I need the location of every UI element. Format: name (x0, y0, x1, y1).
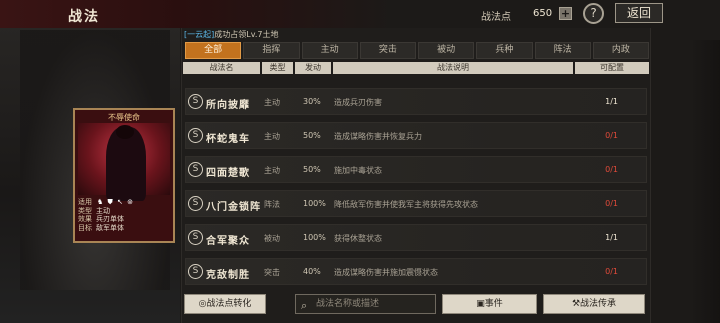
search-icon: ⌕ (301, 299, 308, 312)
tactic-capacity: 0/1 (605, 267, 618, 276)
notice-highlight: [一云起] (184, 30, 215, 39)
notice-text: [一云起]成功占领Lv.7土地 (184, 29, 278, 40)
tactic-type: 被动 (264, 234, 280, 243)
table-row[interactable]: S 四面楚歌 主动 50% 施加中毒状态 0/1 (185, 156, 647, 183)
card-label: 效果 (78, 215, 92, 223)
column-rate[interactable]: 发动 (295, 62, 331, 74)
tactic-name: 所向披靡 (206, 100, 250, 111)
rank-s-icon: S (188, 128, 203, 143)
card-line: 效果 兵刃单体 (78, 215, 172, 224)
tab-formation[interactable]: 阵法 (534, 42, 591, 59)
tactic-description: 获得休整状态 (334, 234, 382, 243)
tab-command[interactable]: 指挥 (243, 42, 300, 59)
tactic-capacity: 0/1 (605, 199, 618, 208)
tactic-type: 突击 (264, 268, 280, 277)
card-value: 主动 (96, 206, 110, 215)
convert-points-button[interactable]: ◎战法点转化 (184, 294, 266, 314)
tactic-description: 造成谋略伤害并恢复兵力 (334, 132, 422, 141)
warrior-head (116, 125, 134, 139)
top-bar: 战法 战法点 650 + ? 返回 (0, 0, 720, 28)
convert-label: 战法点转化 (206, 299, 252, 309)
rank-s-icon: S (188, 162, 203, 177)
tactic-name: 杯蛇鬼车 (206, 134, 250, 145)
tactic-description: 施加中毒状态 (334, 166, 382, 175)
tactic-points-label: 战法点 (481, 12, 511, 23)
tactic-rate: 40% (303, 267, 321, 276)
tactic-capacity: 1/1 (605, 97, 618, 106)
search-placeholder: 战法名称或描述 (316, 299, 380, 309)
tactic-points-value: 650 (533, 8, 553, 19)
card-line: 目标 敌军单体 (78, 224, 172, 233)
tactic-rate: 30% (303, 97, 321, 106)
event-icon: ▣ (476, 299, 485, 309)
tactic-name: 合军聚众 (206, 236, 250, 247)
card-label: 适用 (78, 198, 92, 206)
card-illustration (78, 123, 170, 201)
tab-passive[interactable]: 被动 (418, 42, 475, 59)
card-title: 不辱使命 (108, 113, 140, 122)
table-row[interactable]: S 克敌制胜 突击 40% 造成谋略伤害并施加震慑状态 0/1 (185, 258, 647, 285)
tab-active[interactable]: 主动 (301, 42, 358, 59)
tactic-rate: 50% (303, 165, 321, 174)
tactic-capacity: 1/1 (605, 233, 618, 242)
card-line: 类型 主动 (78, 207, 172, 216)
tactic-rate: 100% (303, 199, 326, 208)
inherit-button[interactable]: ⚒战法传承 (543, 294, 645, 314)
tactic-capacity: 0/1 (605, 131, 618, 140)
column-headers: 战法名 类型 发动 战法说明 可配置 (183, 62, 649, 74)
tactic-list: S 所向披靡 主动 30% 造成兵刃伤害 1/1 S 杯蛇鬼车 主动 50% 造… (185, 88, 647, 292)
tactic-capacity: 0/1 (605, 165, 618, 174)
rank-s-icon: S (188, 230, 203, 245)
column-description: 战法说明 (333, 62, 573, 74)
tactic-description: 造成兵刃伤害 (334, 98, 382, 107)
page-title: 战法 (68, 9, 100, 25)
hammer-icon: ⚒ (571, 299, 581, 309)
table-row[interactable]: S 所向披靡 主动 30% 造成兵刃伤害 1/1 (185, 88, 647, 115)
background-right (690, 40, 720, 323)
table-row[interactable]: S 杯蛇鬼车 主动 50% 造成谋略伤害并恢复兵力 0/1 (185, 122, 647, 149)
tactic-type: 主动 (264, 166, 280, 175)
card-info: 适用 类型 主动 效果 兵刃单体 目标 敌军单体 (78, 198, 172, 232)
column-name[interactable]: 战法名 (183, 62, 260, 74)
tactic-name: 四面楚歌 (206, 168, 250, 179)
card-label: 类型 (78, 206, 92, 215)
table-row[interactable]: S 合军聚众 被动 100% 获得休整状态 1/1 (185, 224, 647, 251)
card-label: 目标 (78, 223, 92, 232)
card-line: 适用 (78, 198, 172, 207)
event-label: 事件 (484, 299, 503, 309)
tab-troop[interactable]: 兵种 (476, 42, 533, 59)
tactic-type: 阵法 (264, 200, 280, 209)
column-type[interactable]: 类型 (262, 62, 293, 74)
tab-all[interactable]: 全部 (185, 42, 242, 59)
notice-message: 成功占领Lv.7土地 (214, 30, 279, 39)
table-row[interactable]: S 八门金锁阵 阵法 100% 降低敌军伤害并使我军主将获得先攻状态 0/1 (185, 190, 647, 217)
tactic-rate: 100% (303, 233, 326, 242)
tactic-name: 克敌制胜 (206, 270, 250, 281)
tactic-name: 八门金锁阵 (206, 202, 261, 213)
tactic-card[interactable]: 不辱使命 ♞ ⛊ ↖ ⊚ 适用 类型 主动 效果 兵刃单体 目标 敌军单体 (73, 108, 175, 243)
tab-bar: 全部 指挥 主动 突击 被动 兵种 阵法 内政 (185, 42, 649, 60)
rank-s-icon: S (188, 94, 203, 109)
tactic-type: 主动 (264, 132, 280, 141)
event-button[interactable]: ▣事件 (442, 294, 537, 314)
back-button[interactable]: 返回 (615, 3, 663, 23)
tactic-type: 主动 (264, 98, 280, 107)
tactic-rate: 50% (303, 131, 321, 140)
tab-assault[interactable]: 突击 (359, 42, 416, 59)
rank-s-icon: S (188, 264, 203, 279)
card-value: 兵刃单体 (96, 215, 124, 223)
column-capacity[interactable]: 可配置 (575, 62, 649, 74)
inherit-label: 战法传承 (580, 299, 617, 309)
tactic-description: 降低敌军伤害并使我军主将获得先攻状态 (334, 200, 478, 209)
tactic-description: 造成谋略伤害并施加震慑状态 (334, 268, 438, 277)
rank-s-icon: S (188, 196, 203, 211)
tab-internal[interactable]: 内政 (592, 42, 649, 59)
card-value: 敌军单体 (96, 223, 124, 232)
help-button[interactable]: ? (583, 3, 604, 24)
search-input[interactable]: ⌕ 战法名称或描述 (295, 294, 436, 314)
add-points-button[interactable]: + (559, 7, 572, 20)
